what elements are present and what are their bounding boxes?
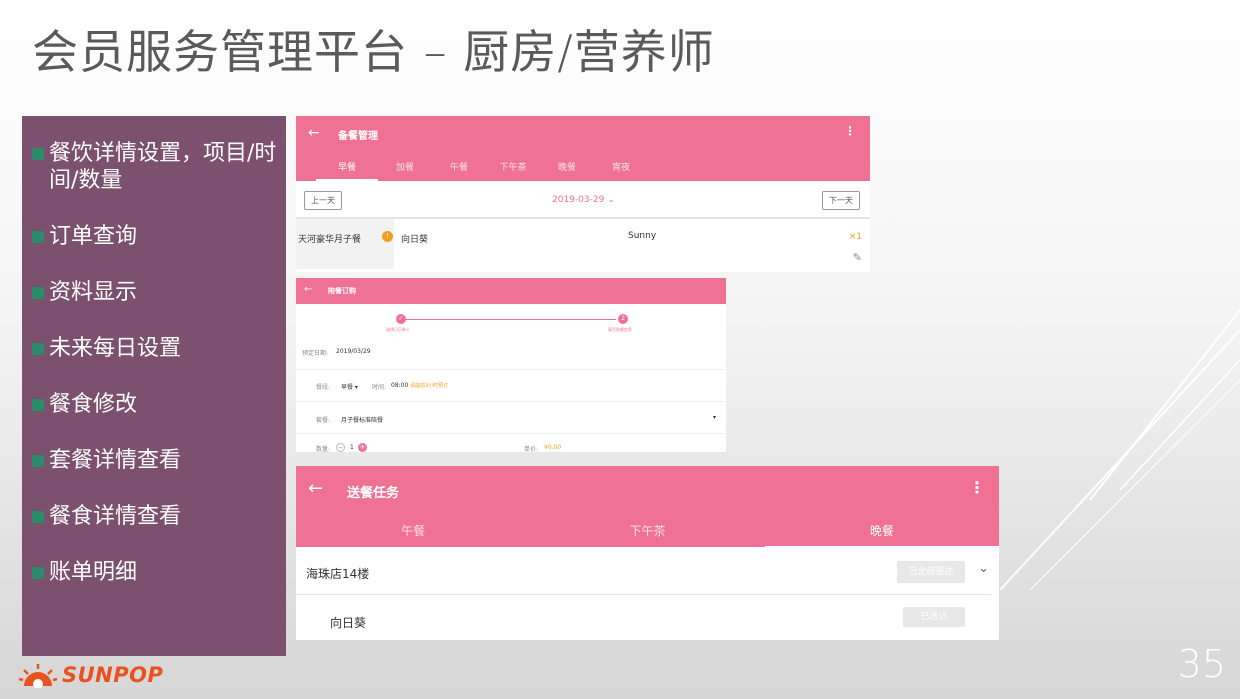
tab-lunch[interactable]: 午餐 bbox=[296, 522, 530, 548]
step-line bbox=[406, 319, 616, 320]
tab-breakfast[interactable]: 早餐 bbox=[316, 160, 378, 181]
set-value: 月子餐标准陪餐 bbox=[341, 417, 384, 424]
time-value[interactable]: 08:00 bbox=[391, 382, 408, 389]
quantity-field: 数量: − 1 + 单价: ¥0.00 bbox=[296, 434, 726, 462]
bullet-icon bbox=[32, 343, 44, 355]
bullet-icon bbox=[32, 567, 44, 579]
bullet-icon bbox=[32, 455, 44, 467]
book-date-value: 2019/03/29 bbox=[336, 348, 371, 355]
step-two-label: 填写陪餐信息 bbox=[608, 327, 632, 332]
meal-quantity: ×1 bbox=[848, 232, 862, 242]
package-name: 天河豪华月子餐 bbox=[298, 235, 362, 245]
meal-prep-screen: ← 备餐管理 ⋮ 早餐 加餐 午餐 下午茶 晚餐 宵夜 上一天 2019-03-… bbox=[296, 116, 870, 272]
tab-afternoon-tea[interactable]: 下午茶 bbox=[486, 160, 540, 181]
feature-list-panel: 餐饮详情设置，项目/时间/数量 订单查询 资料显示 未来每日设置 餐食修改 套餐… bbox=[22, 116, 286, 656]
feature-item: 餐饮详情设置，项目/时间/数量 bbox=[32, 140, 278, 194]
book-date-label: 预定日期: bbox=[302, 350, 329, 357]
tab-afternoon-tea[interactable]: 下午茶 bbox=[530, 522, 764, 548]
bullet-icon bbox=[32, 399, 44, 411]
set-field[interactable]: 套餐: 月子餐标准陪餐 ▾ bbox=[296, 402, 726, 434]
back-arrow-icon[interactable]: ← bbox=[304, 284, 312, 295]
tab-snack[interactable]: 加餐 bbox=[378, 160, 432, 181]
meal-period-tabs: 早餐 加餐 午餐 下午茶 晚餐 宵夜 bbox=[316, 160, 648, 181]
delivery-item-row: 向日葵 已送达 bbox=[296, 595, 999, 639]
plus-icon[interactable]: + bbox=[358, 443, 367, 452]
feature-item: 未来每日设置 bbox=[32, 335, 278, 362]
step-indicator: ✓ 2 选择日日单人 填写陪餐信息 bbox=[296, 304, 726, 342]
date-bar: 上一天 2019-03-29 ⌄ 下一天 bbox=[296, 181, 870, 219]
meal-prep-header: ← 备餐管理 ⋮ 早餐 加餐 午餐 下午茶 晚餐 宵夜 bbox=[296, 116, 870, 181]
slide-title: 会员服务管理平台 – 厨房/营养师 bbox=[32, 25, 715, 79]
bullet-icon bbox=[32, 148, 44, 160]
price-label: 单价: bbox=[524, 446, 539, 453]
step-two-dot: 2 bbox=[618, 314, 628, 324]
companion-meal-screen: ← 陪餐订购 ✓ 2 选择日日单人 填写陪餐信息 预定日期: 2019/03/2… bbox=[296, 278, 726, 453]
dropdown-arrow-icon: ▾ bbox=[712, 414, 716, 421]
chevron-down-icon: ⌄ bbox=[607, 195, 615, 205]
delivery-task-header: ← 送餐任务 ⋮ 午餐 下午茶 晚餐 bbox=[296, 466, 999, 548]
meal-name: 向日葵 bbox=[401, 235, 429, 245]
edit-pencil-icon[interactable]: ✎ bbox=[853, 251, 862, 264]
time-hint: 请提前3小时预订 bbox=[410, 383, 449, 389]
minus-icon[interactable]: − bbox=[336, 443, 345, 452]
next-day-button[interactable]: 下一天 bbox=[822, 191, 860, 210]
all-delivered-button[interactable]: 已全部送达 bbox=[897, 561, 965, 583]
logo-text: SUNPOP bbox=[62, 663, 164, 687]
bullet-icon bbox=[32, 231, 44, 243]
meal-prep-title: 备餐管理 bbox=[338, 131, 378, 142]
delivery-tabs: 午餐 下午茶 晚餐 bbox=[296, 522, 999, 548]
time-label: 时间: bbox=[372, 384, 387, 391]
qty-value: 1 bbox=[350, 444, 354, 451]
set-label: 套餐: bbox=[316, 417, 331, 424]
delivery-item-name: 向日葵 bbox=[330, 616, 367, 630]
bullet-icon bbox=[32, 511, 44, 523]
more-menu-icon[interactable]: ⋮ bbox=[969, 478, 985, 497]
step-one-label: 选择日日单人 bbox=[386, 327, 410, 332]
date-selector[interactable]: 2019-03-29 ⌄ bbox=[552, 195, 615, 205]
price-value: ¥0.00 bbox=[544, 444, 562, 451]
chevron-down-icon[interactable]: ⌄ bbox=[978, 561, 989, 576]
shop-row[interactable]: 海珠店14楼 已全部送达 ⌄ bbox=[296, 547, 991, 595]
delivery-task-title: 送餐任务 bbox=[347, 486, 400, 501]
delivery-task-screen: ← 送餐任务 ⋮ 午餐 下午茶 晚餐 海珠店14楼 已全部送达 ⌄ 向日葵 已送… bbox=[296, 466, 999, 640]
period-field: 餐段: 早餐 ▾ 时间: 08:00 请提前3小时预订 bbox=[296, 370, 726, 402]
tab-lunch[interactable]: 午餐 bbox=[432, 160, 486, 181]
check-icon: ✓ bbox=[396, 314, 406, 324]
feature-item: 餐食详情查看 bbox=[32, 503, 278, 530]
delivered-button[interactable]: 已送达 bbox=[903, 607, 965, 627]
qty-label: 数量: bbox=[316, 446, 331, 453]
sunpop-logo: SUNPOP bbox=[18, 662, 163, 688]
companion-meal-title: 陪餐订购 bbox=[328, 287, 356, 295]
tab-dinner[interactable]: 晚餐 bbox=[540, 160, 594, 181]
feature-item: 资料显示 bbox=[32, 279, 278, 306]
bullet-icon bbox=[32, 287, 44, 299]
prev-day-button[interactable]: 上一天 bbox=[304, 191, 342, 210]
feature-item: 订单查询 bbox=[32, 223, 278, 250]
decorative-lines bbox=[999, 309, 1240, 590]
back-arrow-icon[interactable]: ← bbox=[308, 478, 323, 499]
period-label: 餐段: bbox=[316, 384, 331, 391]
feature-item: 账单明细 bbox=[32, 559, 278, 586]
page-number: 35 bbox=[1177, 642, 1226, 686]
alert-badge-icon: ! bbox=[382, 231, 393, 242]
customer-name: Sunny bbox=[628, 231, 657, 241]
meal-row[interactable]: 天河豪华月子餐 ! 向日葵 Sunny ×1 ✎ bbox=[296, 219, 870, 269]
companion-meal-header: ← 陪餐订购 bbox=[296, 278, 726, 304]
feature-item: 套餐详情查看 bbox=[32, 447, 278, 474]
feature-item: 餐食修改 bbox=[32, 391, 278, 418]
period-select[interactable]: 早餐 ▾ bbox=[341, 382, 358, 391]
more-menu-icon[interactable]: ⋮ bbox=[844, 124, 856, 138]
sun-logo-icon bbox=[18, 664, 58, 688]
tab-late-night[interactable]: 宵夜 bbox=[594, 160, 648, 181]
tab-dinner[interactable]: 晚餐 bbox=[764, 522, 999, 548]
back-arrow-icon[interactable]: ← bbox=[308, 125, 320, 141]
book-date-field: 预定日期: 2019/03/29 bbox=[296, 342, 726, 370]
shop-name: 海珠店14楼 bbox=[306, 567, 370, 581]
